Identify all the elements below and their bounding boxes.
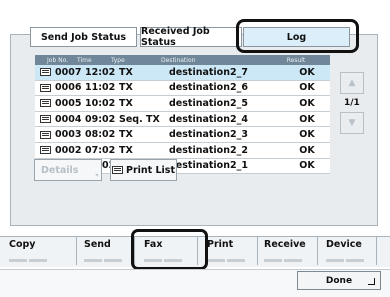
destination: destination2_6 [169,82,248,94]
table-row[interactable]: 0004 09:02 Seq. TX destination2_4 OK [35,111,330,128]
type: Seq. TX [119,113,160,125]
tab-received-job-status[interactable]: Received Job Status [140,26,242,48]
mode-print-label: Print [207,239,234,250]
mode-receive[interactable]: Receive [260,237,318,265]
fax-log-screen: Send Job Status Received Job Status Log … [0,0,390,297]
destination: destination2_2 [169,144,248,156]
table-row[interactable]: 0002 07:02 TX destination2_2 OK [35,142,330,159]
document-icon [39,130,51,139]
time: 08:02 [85,129,116,141]
job-no: 0004 [55,113,82,125]
done-button[interactable]: Done [297,271,381,290]
scroll-up-button[interactable]: ▲ [340,72,364,94]
destination: destination2_7 [169,66,248,78]
mode-send-label: Send [84,239,111,250]
down-arrow-icon: ▼ [348,118,356,128]
page-indicator: 1/1 [344,98,360,108]
header-result: Result [286,56,306,64]
result: OK [299,144,315,156]
fax-highlight-ring [131,229,208,270]
destination: destination2_4 [169,113,248,125]
job-no: 0005 [55,97,82,109]
destination: destination2_1 [169,160,248,172]
table-row[interactable]: 0005 10:02 TX destination2_5 OK [35,96,330,112]
job-no: 0003 [55,129,82,141]
job-no: 0006 [55,82,82,94]
result: OK [299,82,315,94]
result: OK [299,97,315,109]
table-header: Job No. Time Type Destination Result [35,55,330,65]
type: TX [119,66,133,78]
mode-copy-label: Copy [9,239,36,250]
document-icon [39,83,51,92]
mode-send[interactable]: Send [80,237,135,265]
document-icon [39,68,51,77]
log-highlight-ring [236,19,359,53]
document-icon [39,115,51,124]
table-row[interactable]: 0006 11:02 TX destination2_6 OK [35,80,330,97]
job-no: 0007 [55,66,82,78]
table-row[interactable]: 0007 12:02 TX destination2_7 OK [35,65,330,81]
time: 07:02 [85,144,116,156]
scroll-down-button[interactable]: ▼ [340,112,364,134]
mode-print[interactable]: Print [203,237,258,265]
print-list-button[interactable]: Print List [110,159,177,181]
document-icon [39,99,51,108]
up-arrow-icon: ▲ [348,78,356,88]
log-table: Job No. Time Type Destination Result 000… [35,55,330,175]
printer-icon [111,166,123,174]
type: TX [119,97,133,109]
header-destination: Destination [161,56,196,64]
mode-receive-label: Receive [264,239,306,250]
table-row[interactable]: 0003 08:02 TX destination2_3 OK [35,127,330,143]
time: 10:02 [85,97,116,109]
header-type: Type [111,56,125,64]
result: OK [299,160,315,172]
job-no: 0002 [55,144,82,156]
type: TX [119,144,133,156]
time: 11:02 [85,82,116,94]
result: OK [299,113,315,125]
result: OK [299,129,315,141]
document-icon [39,146,51,155]
time: 09:02 [85,113,116,125]
destination: destination2_3 [169,129,248,141]
type: TX [119,129,133,141]
destination: destination2_5 [169,97,248,109]
details-button[interactable]: Details [34,159,102,181]
mode-copy[interactable]: Copy [5,237,77,265]
mode-device[interactable]: Device [322,237,377,265]
header-time: Time [77,56,92,64]
mode-device-label: Device [326,239,362,250]
tab-send-job-status[interactable]: Send Job Status [30,27,137,47]
header-job-no: Job No. [47,56,69,64]
time: 12:02 [85,66,116,78]
type: TX [119,82,133,94]
result: OK [299,66,315,78]
print-list-label: Print List [125,164,176,176]
